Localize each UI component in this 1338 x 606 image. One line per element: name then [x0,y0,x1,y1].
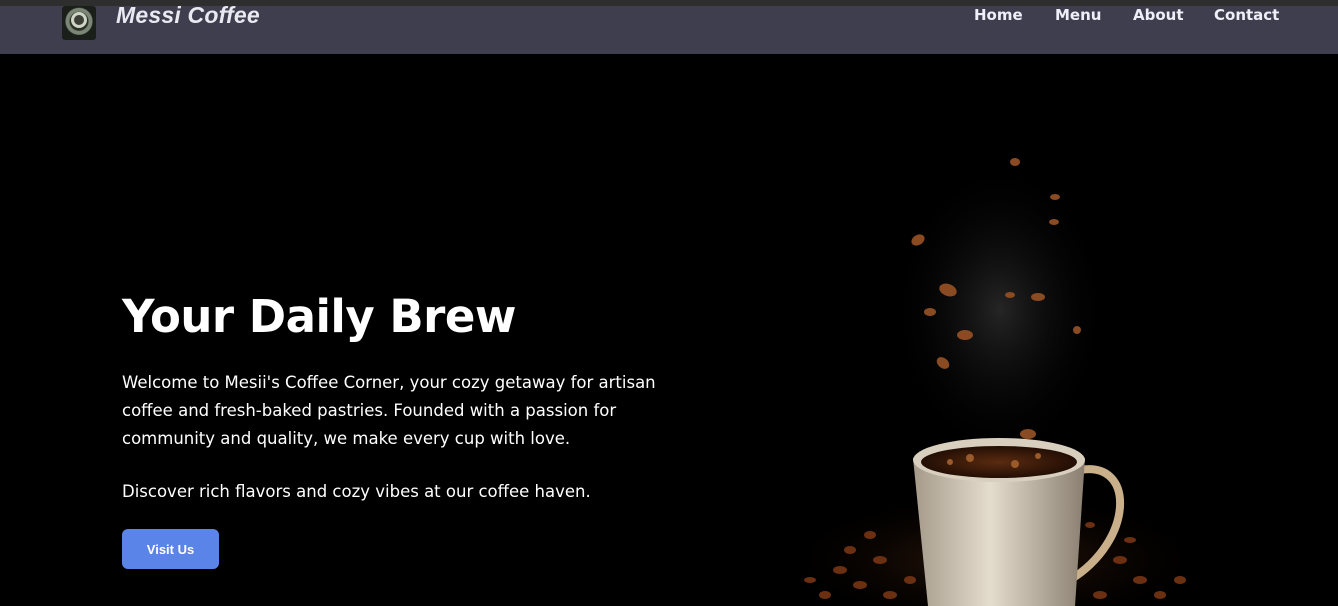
navbar: Messi Coffee Home Menu About Contact [0,2,1338,54]
nav-menu-link[interactable]: Menu [1055,6,1101,24]
hero-intro-paragraph: Welcome to Mesii's Coffee Corner, your c… [122,373,656,448]
coffee-cup-image [780,158,1215,606]
nav-about-link[interactable]: About [1133,6,1184,24]
brand-name[interactable]: Messi Coffee [116,2,260,29]
hero-tagline-paragraph: Discover rich flavors and cozy vibes at … [122,482,591,501]
visit-us-button[interactable]: Visit Us [122,529,219,569]
nav-home-link[interactable]: Home [974,6,1023,24]
nav-contact-link[interactable]: Contact [1214,6,1279,24]
coffee-cup-logo-icon[interactable] [62,6,96,40]
hero-title: Your Daily Brew [122,290,516,343]
